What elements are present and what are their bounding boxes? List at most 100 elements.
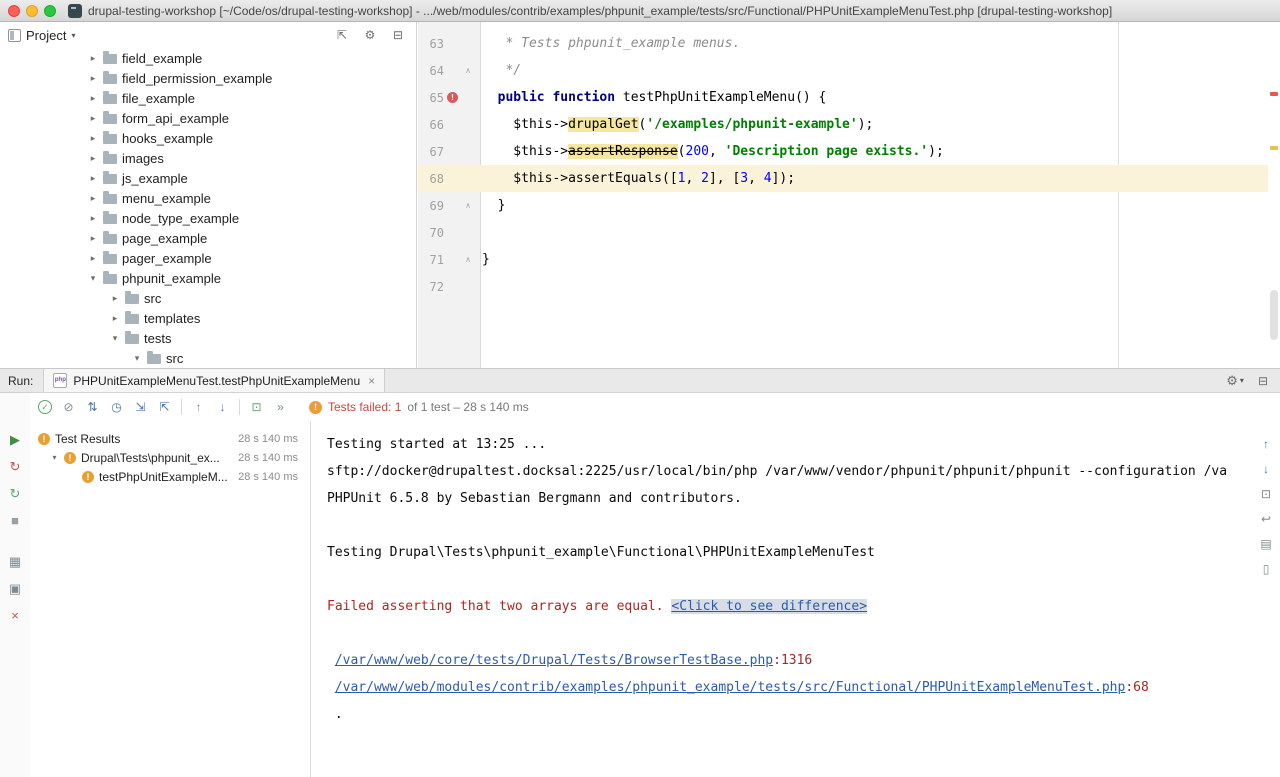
sort-by-duration-toggle[interactable]: ◷ [109,400,124,414]
window-minimize-button[interactable] [26,5,38,17]
editor-scrollbar-thumb[interactable] [1270,290,1278,340]
previous-failed-test-button[interactable]: ↑ [191,400,206,414]
collapse-all-icon[interactable]: ⇱ [334,28,350,42]
soft-wrap-button[interactable]: ↩ [1258,512,1274,526]
gutter-cell[interactable]: 67 [418,138,482,165]
rerun-failed-tests-button[interactable]: ↻ [6,458,24,476]
fold-marker-icon[interactable]: ∧ [461,201,475,210]
gutter-cell[interactable]: 66 [418,111,482,138]
chevron-right-icon[interactable]: ▸ [88,133,98,144]
code-text[interactable]: } [482,192,1268,219]
console-link[interactable]: /var/www/web/modules/contrib/examples/ph… [335,680,1126,695]
code-text[interactable]: $this->assertEquals([1, 2], [3, 4]); [482,165,1268,192]
test-tree-item[interactable]: !testPhpUnitExampleM...28 s 140 ms [30,467,310,486]
code-text[interactable]: */ [482,57,1268,84]
console-link[interactable]: /var/www/web/core/tests/Drupal/Tests/Bro… [335,653,773,668]
code-text[interactable]: $this->drupalGet('/examples/phpunit-exam… [482,111,1268,138]
close-icon[interactable]: × [368,374,375,388]
hide-panel-icon[interactable]: ⊟ [1258,374,1268,388]
console-link[interactable]: <Click to see difference> [671,599,867,614]
tree-item-field_permission_example[interactable]: ▸field_permission_example [0,68,416,88]
gutter-cell[interactable]: 71∧ [418,246,482,273]
warning-stripe-mark[interactable] [1270,146,1278,150]
code-editor[interactable]: 63 * Tests phpunit_example menus.64∧ */6… [418,22,1280,368]
chevron-right-icon[interactable]: ▸ [88,153,98,164]
tree-item-images[interactable]: ▸images [0,148,416,168]
rerun-test-button[interactable]: ▶ [6,431,24,449]
hide-panel-icon[interactable]: ⊟ [390,28,406,42]
stop-button[interactable]: ■ [6,512,24,530]
tree-item-pager_example[interactable]: ▸pager_example [0,248,416,268]
project-panel-title[interactable]: Project [26,28,66,43]
chevron-right-icon[interactable]: ▸ [88,253,98,264]
tree-item-node_type_example[interactable]: ▸node_type_example [0,208,416,228]
toolbar-overflow-button[interactable]: » [273,400,288,414]
console-output[interactable]: Testing started at 13:25 ...sftp://docke… [311,421,1252,777]
next-failed-test-button[interactable]: ↓ [215,400,230,414]
tree-item-src[interactable]: ▾src [0,348,416,368]
tree-item-phpunit_example[interactable]: ▾phpunit_example [0,268,416,288]
tree-item-hooks_example[interactable]: ▸hooks_example [0,128,416,148]
export-results-button[interactable]: ⊡ [1258,487,1274,501]
run-tab-label[interactable]: PHPUnitExampleMenuTest.testPhpUnitExampl… [73,374,360,388]
toggle-auto-test-button[interactable]: ↻ [6,485,24,503]
chevron-right-icon[interactable]: ▸ [88,113,98,124]
tree-item-menu_example[interactable]: ▸menu_example [0,188,416,208]
chevron-right-icon[interactable]: ▸ [110,313,120,324]
code-text[interactable] [482,219,1268,246]
tree-item-page_example[interactable]: ▸page_example [0,228,416,248]
tree-item-field_example[interactable]: ▸field_example [0,48,416,68]
test-tree-item[interactable]: !Test Results28 s 140 ms [30,429,310,448]
code-text[interactable]: public function testPhpUnitExampleMenu()… [482,84,1268,111]
gutter-cell[interactable]: 70 [418,219,482,246]
tree-item-src[interactable]: ▸src [0,288,416,308]
project-tool-window-icon[interactable] [8,29,21,42]
code-text[interactable]: $this->assertResponse(200, 'Description … [482,138,1268,165]
restore-layout-button[interactable]: ▦ [6,553,24,571]
gutter-cell[interactable]: 65! [418,84,482,111]
gutter-cell[interactable]: 69∧ [418,192,482,219]
chevron-right-icon[interactable]: ▸ [88,53,98,64]
chevron-right-icon[interactable]: ▸ [88,233,98,244]
clear-console-button[interactable]: ▯ [1258,562,1274,576]
code-text[interactable]: } [482,246,1268,273]
chevron-right-icon[interactable]: ▸ [88,73,98,84]
tree-item-file_example[interactable]: ▸file_example [0,88,416,108]
tree-item-js_example[interactable]: ▸js_example [0,168,416,188]
gutter-cell[interactable]: 68 [418,165,482,192]
chevron-down-icon[interactable]: ▾ [50,453,59,462]
test-failed-icon[interactable]: ! [447,92,458,103]
collapse-all-button[interactable]: ⇱ [157,400,172,414]
test-tree-item[interactable]: ▾!Drupal\Tests\phpunit_ex...28 s 140 ms [30,448,310,467]
run-tab[interactable]: php PHPUnitExampleMenuTest.testPhpUnitEx… [43,369,385,392]
editor-error-stripe[interactable] [1268,22,1280,368]
show-passed-toggle[interactable]: ✓ [38,400,52,414]
gutter-cell[interactable]: 63 [418,30,482,57]
chevron-right-icon[interactable]: ▸ [88,213,98,224]
error-stripe-mark[interactable] [1270,92,1278,96]
fold-marker-icon[interactable]: ∧ [461,255,475,264]
gutter-cell[interactable]: 72 [418,273,482,300]
chevron-down-icon[interactable]: ▾ [132,353,142,364]
window-zoom-button[interactable] [44,5,56,17]
expand-all-button[interactable]: ⇲ [133,400,148,414]
fold-marker-icon[interactable]: ∧ [461,66,475,75]
window-close-button[interactable] [8,5,20,17]
sort-alphabetically-toggle[interactable]: ⇅ [85,400,100,414]
scroll-to-end-button[interactable]: ↓ [1258,462,1274,476]
chevron-down-icon[interactable]: ▾ [71,31,75,40]
gear-icon[interactable]: ⚙ [362,28,378,42]
scroll-to-top-button[interactable]: ↑ [1258,437,1274,451]
gutter-cell[interactable]: 64∧ [418,57,482,84]
gear-icon[interactable]: ⚙ ▾ [1226,373,1244,389]
pin-tab-button[interactable]: ▣ [6,580,24,598]
tree-item-form_api_example[interactable]: ▸form_api_example [0,108,416,128]
code-text[interactable]: * Tests phpunit_example menus. [482,30,1268,57]
chevron-down-icon[interactable]: ▾ [88,273,98,284]
code-text[interactable] [482,273,1268,300]
show-ignored-toggle[interactable]: ⊘ [61,400,76,414]
chevron-down-icon[interactable]: ▾ [110,333,120,344]
chevron-right-icon[interactable]: ▸ [88,93,98,104]
tree-item-templates[interactable]: ▸templates [0,308,416,328]
print-button[interactable]: ▤ [1258,537,1274,551]
